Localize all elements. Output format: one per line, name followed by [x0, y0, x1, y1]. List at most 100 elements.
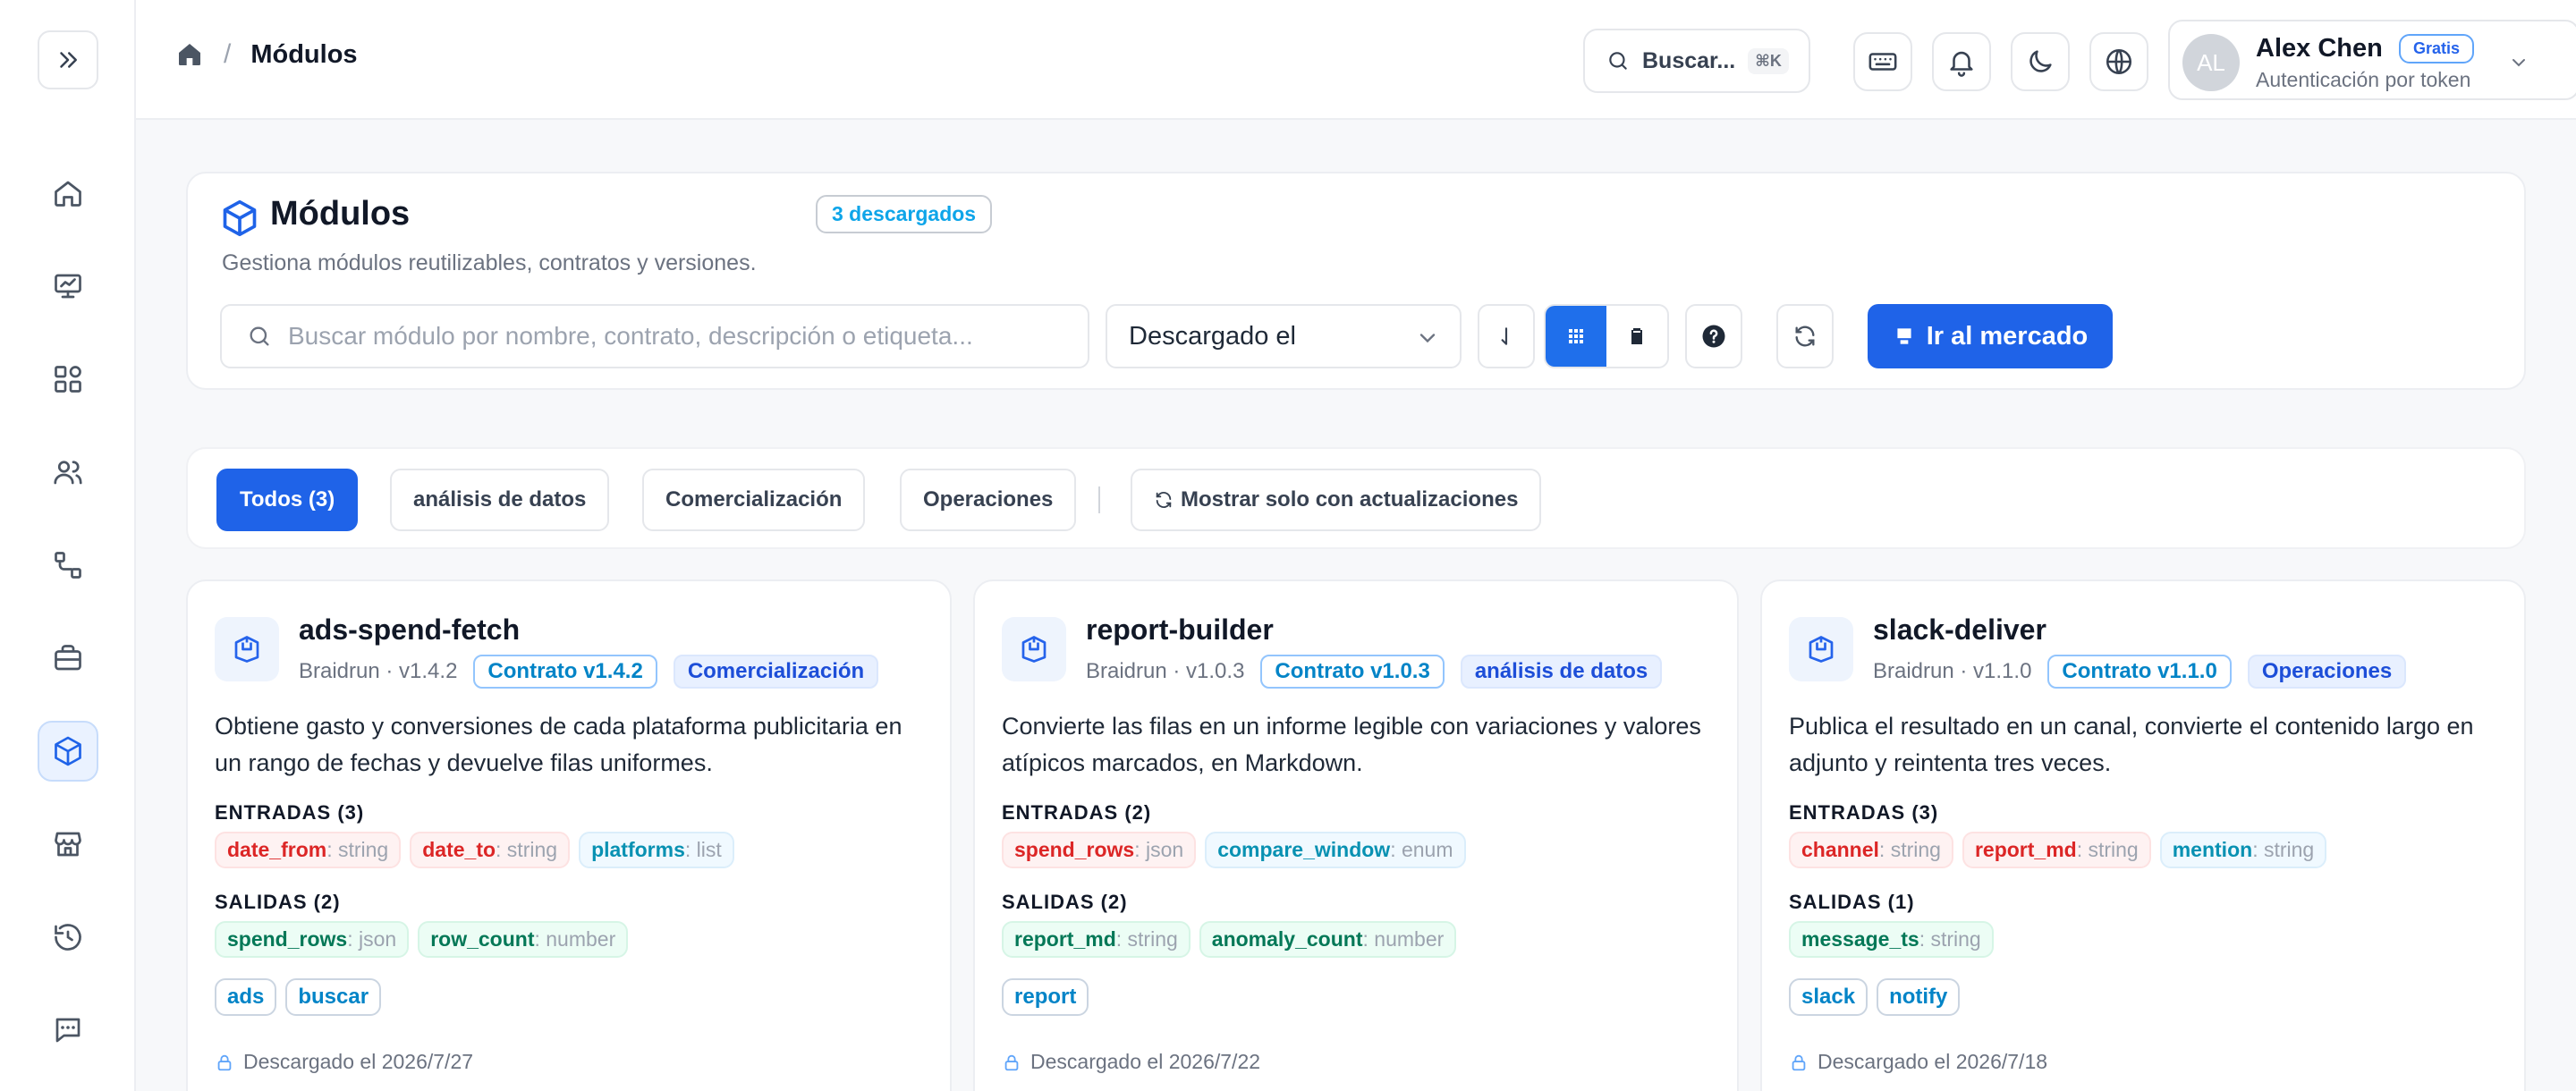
- sidebar-item-store[interactable]: [38, 814, 98, 875]
- module-name[interactable]: slack-deliver: [1873, 613, 2046, 647]
- double-chevron-right-icon: [60, 52, 77, 68]
- inputs-list: channel: string report_md: string mentio…: [1789, 832, 2327, 868]
- lock-icon: [1792, 1054, 1806, 1070]
- keyboard-shortcuts-button[interactable]: [1853, 32, 1912, 91]
- keyword-tag[interactable]: slack: [1789, 978, 1868, 1016]
- filter-chip-marketing[interactable]: Comercialización: [642, 469, 866, 531]
- inputs-list: date_from: string date_to: string platfo…: [215, 832, 734, 868]
- grid-view-button[interactable]: [1546, 306, 1606, 367]
- keyword-tag[interactable]: notify: [1877, 978, 1961, 1016]
- category-filter-bar: Todos (3) análisis de datos Comercializa…: [186, 447, 2526, 549]
- module-search: [220, 304, 1089, 368]
- breadcrumb: / Módulos: [175, 39, 358, 70]
- param-type: : string: [1878, 838, 1941, 861]
- category-badge: Operaciones: [2247, 655, 2407, 689]
- user-menu[interactable]: AL Alex Chen Gratis Autenticación por to…: [2168, 20, 2576, 100]
- sidebar-item-modules[interactable]: [38, 721, 98, 782]
- home-icon[interactable]: [175, 40, 204, 69]
- breadcrumb-current: Módulos: [250, 39, 358, 69]
- sidebar-item-history[interactable]: [38, 907, 98, 968]
- updates-only-toggle[interactable]: Mostrar solo con actualizaciones: [1131, 469, 1542, 531]
- filter-chip-operations[interactable]: Operaciones: [900, 469, 1077, 531]
- download-date: Descargado el 2026/7/27: [215, 1050, 473, 1074]
- avatar: AL: [2182, 34, 2240, 91]
- module-author-version: Braidrun · v1.0.3: [1086, 659, 1245, 683]
- contract-badge: Contrato v1.4.2: [473, 655, 657, 689]
- toolbox-icon: [55, 645, 81, 671]
- view-toggle: [1544, 304, 1669, 368]
- sidebar: [0, 0, 136, 1091]
- output-param: message_ts: string: [1789, 921, 1994, 958]
- search-icon: [250, 326, 269, 346]
- download-date-text: Descargado el 2026/7/22: [1030, 1050, 1261, 1073]
- module-meta: Braidrun · v1.4.2 Contrato v1.4.2 Comerc…: [299, 655, 879, 689]
- sidebar-item-apps[interactable]: [38, 349, 98, 410]
- global-search-button[interactable]: Buscar... ⌘K: [1583, 29, 1810, 93]
- module-meta: Braidrun · v1.0.3 Contrato v1.0.3 anális…: [1086, 655, 1663, 689]
- outputs-label: SALIDAS (2): [215, 891, 341, 913]
- inputs-label: ENTRADAS (2): [1002, 801, 1152, 824]
- category-badge: análisis de datos: [1460, 655, 1663, 689]
- module-description: Obtiene gasto y conversiones de cada pla…: [215, 713, 902, 776]
- keyword-tag[interactable]: buscar: [285, 978, 382, 1016]
- module-name[interactable]: ads-spend-fetch: [299, 613, 520, 647]
- globe-icon: [2106, 48, 2132, 75]
- param-type: : number: [534, 927, 616, 951]
- param-name: platforms: [591, 838, 685, 861]
- module-card[interactable]: ads-spend-fetch Braidrun · v1.4.2 Contra…: [186, 579, 952, 1091]
- param-type: : number: [1362, 927, 1445, 951]
- auth-method: Autenticación por token: [2256, 68, 2471, 91]
- download-date: Descargado el 2026/7/22: [1002, 1050, 1260, 1074]
- lock-icon: [1004, 1054, 1019, 1070]
- help-button[interactable]: [1685, 304, 1742, 368]
- expand-sidebar-button[interactable]: [38, 30, 98, 89]
- module-search-input[interactable]: [288, 322, 1075, 351]
- sidebar-item-messages[interactable]: [38, 1000, 98, 1061]
- param-name: spend_rows: [1014, 838, 1135, 861]
- refresh-button[interactable]: [1776, 304, 1834, 368]
- chevron-down-icon: [1419, 334, 1436, 343]
- module-card[interactable]: report-builder Braidrun · v1.0.3 Contrat…: [973, 579, 1739, 1091]
- sidebar-item-toolbox[interactable]: [38, 628, 98, 689]
- keyword-tag[interactable]: ads: [215, 978, 277, 1016]
- sidebar-item-dashboard[interactable]: [38, 256, 98, 317]
- list-view-button[interactable]: [1606, 306, 1667, 367]
- module-card[interactable]: slack-deliver Braidrun · v1.1.0 Contrato…: [1760, 579, 2526, 1091]
- param-name: date_from: [227, 838, 327, 861]
- sort-direction-button[interactable]: [1478, 304, 1535, 368]
- bell-icon: [1950, 51, 1973, 77]
- package-icon: [234, 636, 259, 663]
- input-param: date_to: string: [410, 832, 571, 868]
- sidebar-item-users[interactable]: [38, 442, 98, 503]
- users-icon: [54, 461, 82, 485]
- param-name: report_md: [1014, 927, 1116, 951]
- go-to-market-button[interactable]: Ir al mercado: [1868, 304, 2113, 368]
- go-to-market-label: Ir al mercado: [1926, 321, 2089, 351]
- keyword-tag[interactable]: report: [1002, 978, 1089, 1016]
- module-name[interactable]: report-builder: [1086, 613, 1274, 647]
- filter-chip-all[interactable]: Todos (3): [216, 469, 359, 531]
- sidebar-item-workflows[interactable]: [38, 535, 98, 596]
- cube-icon: [223, 199, 257, 237]
- param-type: : enum: [1390, 838, 1453, 861]
- store-icon: [55, 832, 81, 857]
- param-name: row_count: [430, 927, 535, 951]
- filter-chip-label: análisis de datos: [413, 487, 587, 512]
- top-bar: / Módulos Buscar... ⌘K AL Alex Chen Grat…: [136, 0, 2576, 120]
- outputs-list: report_md: string anomaly_count: number: [1002, 921, 1457, 958]
- filter-chip-data-analysis[interactable]: análisis de datos: [390, 469, 610, 531]
- category-badge: Comercialización: [673, 655, 879, 689]
- param-type: : string: [326, 838, 389, 861]
- sort-descending-icon: [1501, 327, 1508, 345]
- sidebar-item-home[interactable]: [38, 163, 98, 224]
- filter-chip-label: Comercialización: [665, 487, 843, 512]
- page-title: Módulos: [270, 195, 411, 233]
- theme-toggle-button[interactable]: [2011, 32, 2070, 91]
- sort-select[interactable]: Descargado el: [1106, 304, 1462, 368]
- language-button[interactable]: [2089, 32, 2148, 91]
- apps-grid-icon: [55, 366, 81, 393]
- notifications-button[interactable]: [1932, 32, 1991, 91]
- keyword-list: ads buscar: [215, 978, 382, 1016]
- help-icon: [1702, 325, 1725, 348]
- output-param: report_md: string: [1002, 921, 1191, 958]
